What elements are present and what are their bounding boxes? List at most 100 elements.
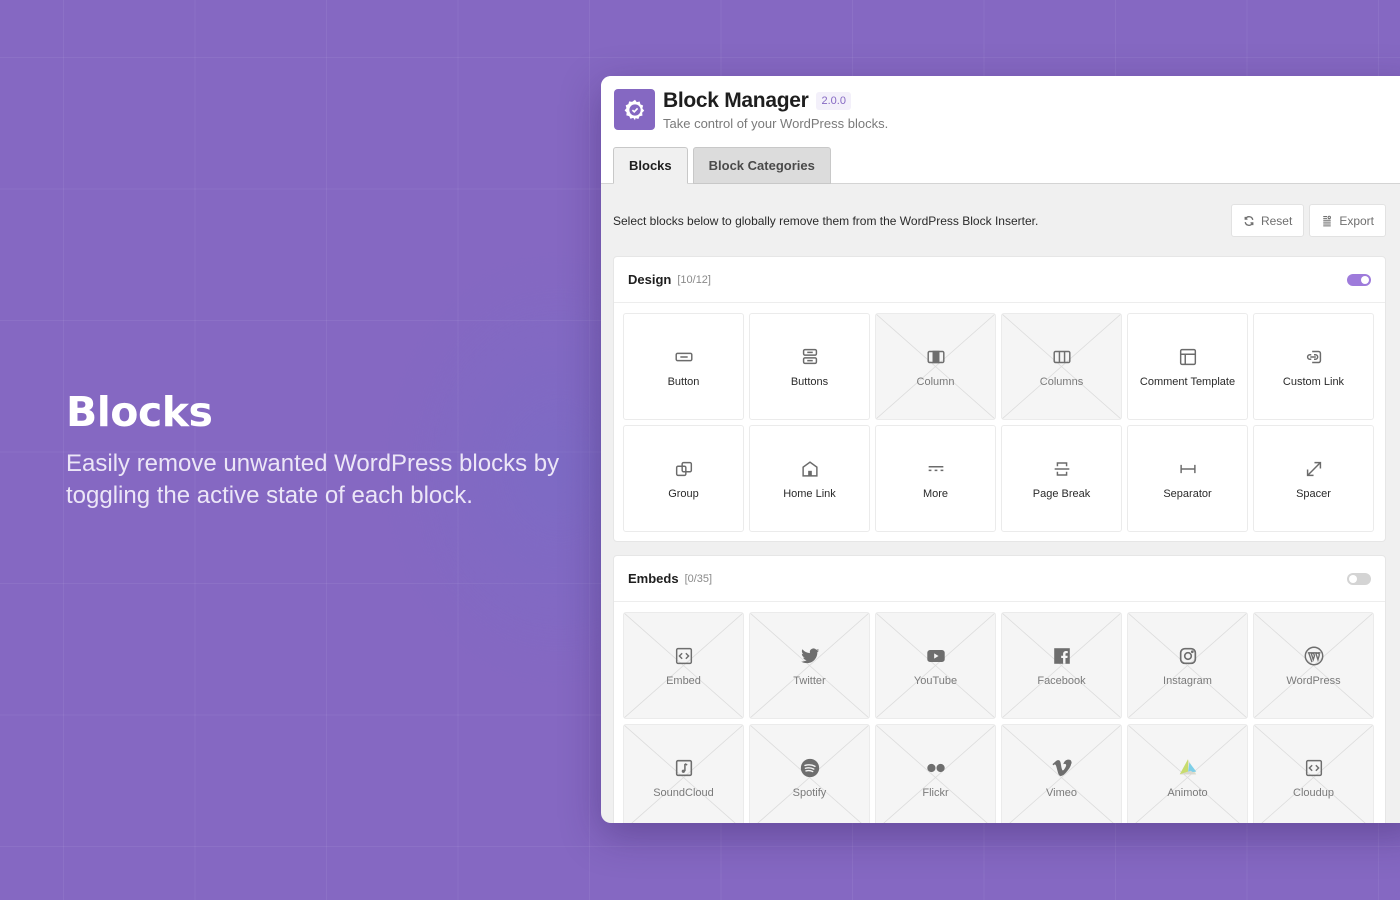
block-group[interactable]: Group [623,425,744,532]
block-label: Home Link [783,487,836,500]
block-label: Comment Template [1139,375,1236,388]
panel-header: Block Manager 2.0.0 Take control of your… [601,76,1400,184]
section-header: Design [10/12] [614,257,1385,303]
block-instagram[interactable]: Instagram [1127,612,1248,719]
section-design: Design [10/12] Button Buttons Column Column… [613,256,1386,542]
toggle-knob [1361,275,1369,284]
block-animoto[interactable]: Animoto [1127,724,1248,823]
hero: Blocks Easily remove unwanted WordPress … [66,388,586,512]
reset-button[interactable]: Reset [1230,204,1305,237]
refresh-icon [1244,215,1254,226]
instagram-icon [1177,645,1199,667]
reset-label: Reset [1260,213,1293,228]
block-spacer[interactable]: Spacer [1253,425,1374,532]
block-twitter[interactable]: Twitter [749,612,870,719]
block-label: Flickr [922,786,949,799]
tab-blocks[interactable]: Blocks [613,147,688,184]
block-soundcloud[interactable]: SoundCloud [623,724,744,823]
block-separator[interactable]: Separator [1127,425,1248,532]
group-icon [673,458,695,480]
intro-text: Select blocks below to globally remove t… [613,213,1039,228]
block-grid: Button Buttons Column Columns Comment Templa… [614,303,1385,541]
app-logo [614,89,655,130]
embed-icon [1303,757,1325,779]
block-custom-link[interactable]: Custom Link [1253,313,1374,420]
block-label: Spotify [792,786,827,799]
facebook-icon [1051,645,1073,667]
block-wordpress[interactable]: WordPress [1253,612,1374,719]
block-label: Page Break [1032,487,1091,500]
app-subtitle: Take control of your WordPress blocks. [663,116,889,131]
block-facebook[interactable]: Facebook [1001,612,1122,719]
block-more[interactable]: More [875,425,996,532]
section-toggle[interactable] [1347,273,1371,286]
button-icon [673,346,695,368]
home-icon [799,458,821,480]
toolbar: Select blocks below to globally remove t… [613,204,1386,237]
block-label: More [922,487,949,500]
spotify-icon [799,757,821,779]
block-home-link[interactable]: Home Link [749,425,870,532]
toggle-knob [1349,574,1357,583]
block-cloudup[interactable]: Cloudup [1253,724,1374,823]
wordpress-icon [1303,645,1325,667]
block-label: Columns [1039,375,1084,388]
block-label: Spacer [1296,487,1331,500]
vimeo-icon [1051,757,1073,779]
block-label: WordPress [1286,674,1341,687]
export-button[interactable]: Export [1309,204,1386,237]
app-title: Block Manager [663,89,809,112]
buttons-icon [799,346,821,368]
column-icon [925,346,947,368]
block-label: Group [668,487,699,500]
hero-description: Easily remove unwanted WordPress blocks … [66,450,560,509]
block-embed[interactable]: Embed [623,612,744,719]
soundcloud-icon [673,757,695,779]
block-grid: Embed Twitter YouTube Facebook Instagram Word… [614,602,1385,823]
block-label: Column [916,375,955,388]
columns-icon [1051,346,1073,368]
block-flickr[interactable]: Flickr [875,724,996,823]
layout-icon [1177,346,1199,368]
export-icon [1323,215,1332,226]
block-manager-panel: Block Manager 2.0.0 Take control of your… [601,76,1400,823]
animoto-icon [1177,757,1199,779]
export-label: Export [1339,213,1374,228]
section-title: Design [628,272,672,287]
block-label: Custom Link [1282,375,1345,388]
more-icon [925,458,947,480]
block-label: Vimeo [1046,786,1077,799]
block-columns[interactable]: Columns [1001,313,1122,420]
block-label: Cloudup [1293,786,1334,799]
youtube-icon [925,645,947,667]
block-column[interactable]: Column [875,313,996,420]
block-label: Facebook [1037,674,1086,687]
gear-check-icon [624,99,644,120]
section-count: [10/12] [677,273,711,286]
block-youtube[interactable]: YouTube [875,612,996,719]
block-vimeo[interactable]: Vimeo [1001,724,1122,823]
block-spotify[interactable]: Spotify [749,724,870,823]
version-badge: 2.0.0 [816,92,851,110]
block-buttons[interactable]: Buttons [749,313,870,420]
twitter-icon [799,645,821,667]
section-title: Embeds [628,571,679,586]
section-header: Embeds [0/35] [614,556,1385,602]
block-label: SoundCloud [653,786,714,799]
page-break-icon [1051,458,1073,480]
block-label: Button [667,375,700,388]
block-label: YouTube [913,674,958,687]
tab-block-categories[interactable]: Block Categories [692,147,831,184]
block-label: Embed [666,674,701,687]
block-page-break[interactable]: Page Break [1001,425,1122,532]
block-comment-template[interactable]: Comment Template [1127,313,1248,420]
spacer-icon [1303,458,1325,480]
block-label: Separator [1163,487,1212,500]
section-toggle[interactable] [1347,572,1371,585]
block-button[interactable]: Button [623,313,744,420]
block-label: Animoto [1167,786,1208,799]
section-count: [0/35] [684,572,713,585]
block-label: Buttons [790,375,829,388]
custom-link-icon [1303,346,1325,368]
flickr-icon [925,757,947,779]
